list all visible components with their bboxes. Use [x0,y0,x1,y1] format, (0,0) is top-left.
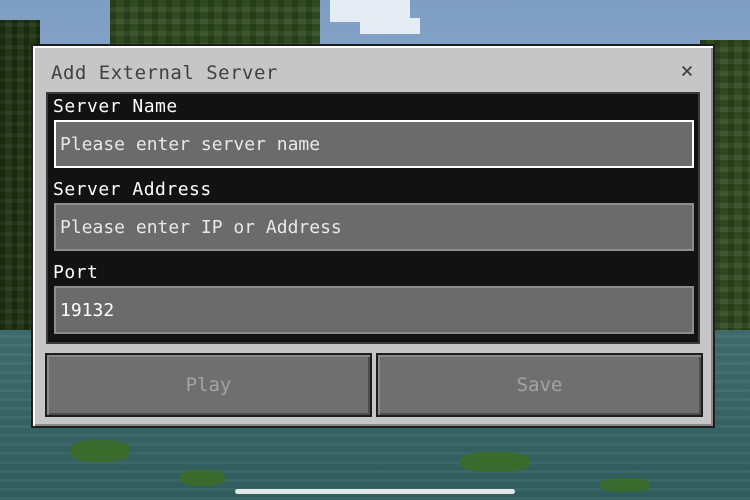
port-label: Port [53,262,99,283]
tree-foliage [110,0,320,48]
lily-pad [70,440,130,462]
server-address-label: Server Address [53,179,212,200]
server-name-input[interactable] [54,120,694,168]
dialog-title: Add External Server [51,62,278,84]
add-external-server-dialog: Add External Server × Server Name Server… [31,44,715,428]
home-indicator [235,489,515,494]
play-button[interactable]: Play [45,353,372,417]
cloud [360,18,420,34]
close-icon[interactable]: × [675,60,699,84]
server-address-input[interactable] [54,203,694,251]
server-name-label: Server Name [53,96,178,117]
port-input[interactable] [54,286,694,334]
server-form: Server Name Server Address Port [46,92,700,344]
lily-pad [600,478,650,492]
lily-pad [180,470,225,486]
save-button[interactable]: Save [376,353,703,417]
lily-pad [460,452,530,472]
